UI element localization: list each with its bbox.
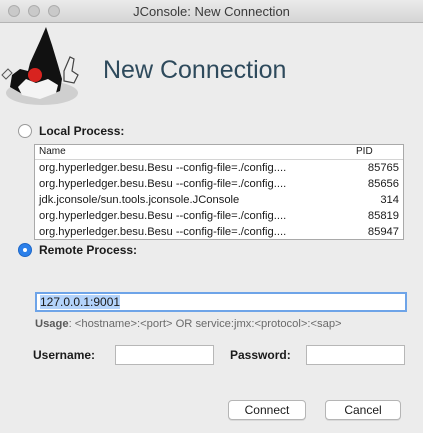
remote-process-radio[interactable] — [18, 243, 32, 257]
remote-address-value: 127.0.0.1:9001 — [40, 295, 121, 309]
process-name: org.hyperledger.besu.Besu --config-file=… — [39, 162, 287, 174]
process-name: jdk.jconsole/sun.tools.jconsole.JConsole — [39, 194, 240, 206]
usage-text: : <hostname>:<port> OR service:jmx:<prot… — [68, 318, 342, 330]
remote-address-input[interactable]: 127.0.0.1:9001 — [35, 292, 407, 312]
process-pid: 85765 — [367, 162, 399, 174]
remote-process-label[interactable]: Remote Process: — [39, 243, 137, 257]
username-field[interactable] — [115, 345, 214, 365]
process-name: org.hyperledger.besu.Besu --config-file=… — [39, 226, 287, 238]
header-divider — [35, 159, 403, 160]
usage-hint: Usage: <hostname>:<port> OR service:jmx:… — [35, 318, 342, 330]
table-row[interactable]: org.hyperledger.besu.Besu --config-file=… — [35, 225, 403, 239]
window-title: JConsole: New Connection — [133, 4, 290, 19]
duke-mascot-logo — [1, 27, 79, 105]
page-title: New Connection — [103, 56, 287, 84]
process-name: org.hyperledger.besu.Besu --config-file=… — [39, 210, 287, 222]
column-header-pid[interactable]: PID — [356, 146, 373, 157]
connect-button[interactable]: Connect — [228, 400, 306, 420]
password-label: Password: — [230, 348, 291, 362]
usage-prefix: Usage — [35, 318, 69, 330]
table-row[interactable]: org.hyperledger.besu.Besu --config-file=… — [35, 209, 403, 225]
cancel-button[interactable]: Cancel — [325, 400, 401, 420]
process-pid: 85656 — [367, 178, 399, 190]
process-name: org.hyperledger.besu.Besu --config-file=… — [39, 178, 287, 190]
process-pid: 314 — [380, 194, 399, 206]
title-bar[interactable]: JConsole: New Connection — [0, 0, 423, 23]
password-field[interactable] — [306, 345, 405, 365]
process-pid: 85819 — [367, 210, 399, 222]
local-process-label[interactable]: Local Process: — [39, 124, 124, 138]
table-row[interactable]: jdk.jconsole/sun.tools.jconsole.JConsole… — [35, 193, 403, 209]
process-pid: 85947 — [367, 226, 399, 238]
local-process-table[interactable]: Name PID org.hyperledger.besu.Besu --con… — [34, 144, 404, 240]
local-process-radio[interactable] — [18, 124, 32, 138]
table-row[interactable]: org.hyperledger.besu.Besu --config-file=… — [35, 177, 403, 193]
username-label: Username: — [33, 348, 96, 362]
table-row[interactable]: org.hyperledger.besu.Besu --config-file=… — [35, 161, 403, 177]
column-header-name[interactable]: Name — [39, 146, 66, 157]
